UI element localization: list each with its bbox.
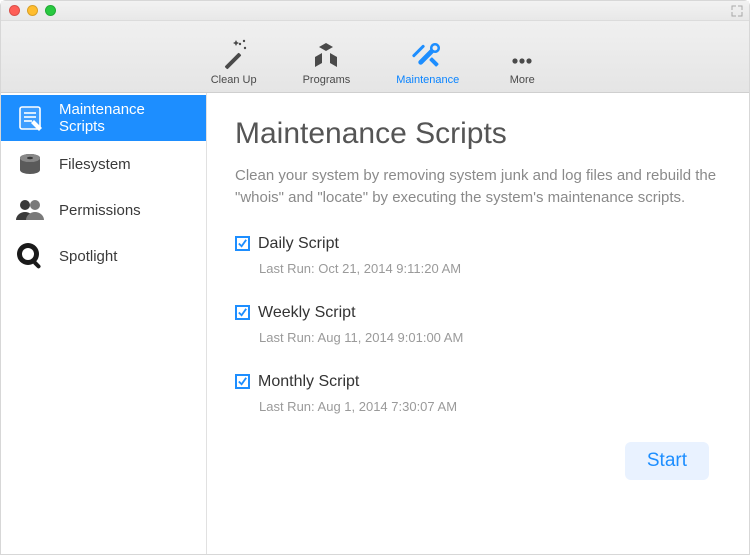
- sidebar-item-label: Spotlight: [59, 248, 117, 265]
- checkbox-weekly[interactable]: [235, 305, 250, 320]
- sidebar-item-maintenance-scripts[interactable]: Maintenance Scripts: [1, 95, 206, 141]
- checkbox-daily[interactable]: [235, 236, 250, 251]
- toolbar-item-more[interactable]: More: [505, 37, 539, 86]
- script-weekly: Weekly Script Last Run: Aug 11, 2014 9:0…: [235, 304, 717, 345]
- script-name: Daily Script: [258, 235, 339, 253]
- page-description: Clean your system by removing system jun…: [235, 165, 717, 209]
- users-icon: [15, 195, 45, 225]
- script-name: Monthly Script: [258, 373, 359, 391]
- scripts-icon: [15, 103, 45, 133]
- disk-icon: [15, 149, 45, 179]
- close-window-button[interactable]: [9, 5, 20, 16]
- script-daily: Daily Script Last Run: Oct 21, 2014 9:11…: [235, 235, 717, 276]
- script-name: Weekly Script: [258, 304, 356, 322]
- tools-icon: [411, 37, 445, 71]
- sidebar: Maintenance Scripts Filesystem Permissio…: [1, 93, 207, 554]
- body: Maintenance Scripts Filesystem Permissio…: [1, 93, 749, 554]
- minimize-window-button[interactable]: [27, 5, 38, 16]
- sidebar-item-filesystem[interactable]: Filesystem: [1, 141, 206, 187]
- start-row: Start: [235, 442, 717, 480]
- toolbar-label: Clean Up: [211, 74, 257, 86]
- fullscreen-icon[interactable]: [731, 5, 743, 17]
- toolbar-label: Maintenance: [396, 74, 459, 86]
- traffic-lights: [9, 5, 56, 16]
- titlebar: [1, 1, 749, 21]
- magic-wand-icon: [217, 37, 251, 71]
- script-last-run: Last Run: Aug 1, 2014 7:30:07 AM: [259, 399, 717, 414]
- page-title: Maintenance Scripts: [235, 117, 717, 151]
- toolbar-label: More: [510, 74, 535, 86]
- more-icon: [505, 37, 539, 71]
- toolbar-label: Programs: [303, 74, 351, 86]
- start-button[interactable]: Start: [625, 442, 709, 480]
- toolbar: Clean Up Programs: [1, 21, 749, 93]
- script-monthly: Monthly Script Last Run: Aug 1, 2014 7:3…: [235, 373, 717, 414]
- checkbox-monthly[interactable]: [235, 374, 250, 389]
- script-row: Daily Script: [235, 235, 717, 253]
- main-content: Maintenance Scripts Clean your system by…: [207, 93, 749, 554]
- apps-icon: [309, 37, 343, 71]
- toolbar-item-programs[interactable]: Programs: [303, 37, 351, 86]
- script-last-run: Last Run: Aug 11, 2014 9:01:00 AM: [259, 330, 717, 345]
- sidebar-item-spotlight[interactable]: Spotlight: [1, 233, 206, 279]
- app-window: Clean Up Programs: [0, 0, 750, 555]
- sidebar-item-label: Permissions: [59, 202, 141, 219]
- sidebar-item-label: Filesystem: [59, 156, 131, 173]
- sidebar-item-label: Maintenance Scripts: [59, 101, 192, 135]
- script-row: Monthly Script: [235, 373, 717, 391]
- search-icon: [15, 241, 45, 271]
- sidebar-item-permissions[interactable]: Permissions: [1, 187, 206, 233]
- script-row: Weekly Script: [235, 304, 717, 322]
- toolbar-item-maintenance[interactable]: Maintenance: [396, 37, 459, 86]
- zoom-window-button[interactable]: [45, 5, 56, 16]
- script-last-run: Last Run: Oct 21, 2014 9:11:20 AM: [259, 261, 717, 276]
- toolbar-item-cleanup[interactable]: Clean Up: [211, 37, 257, 86]
